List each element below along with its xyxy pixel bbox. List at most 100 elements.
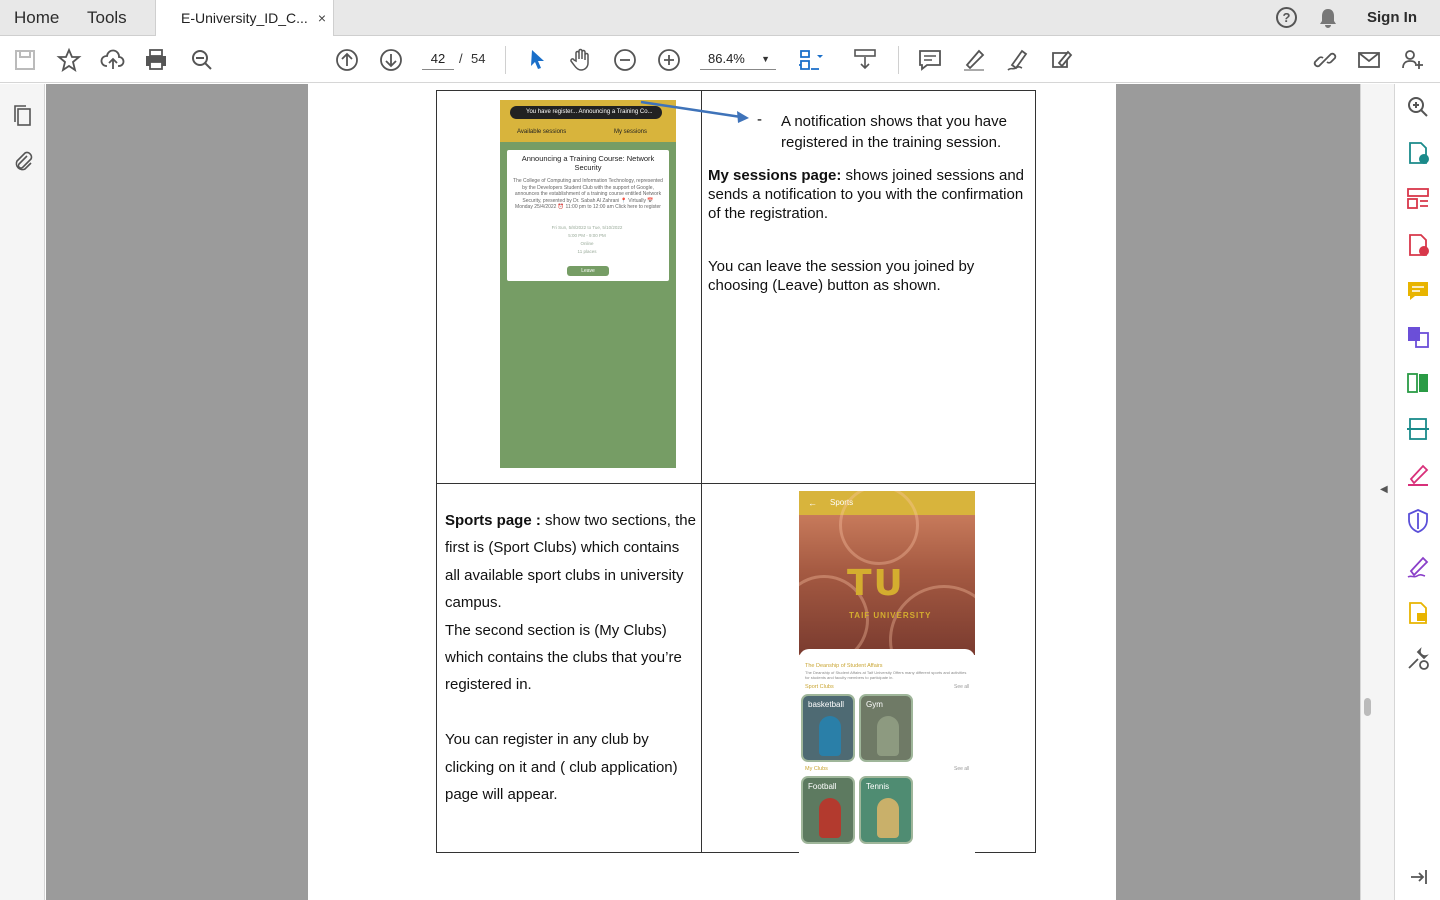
highlight-pen-icon[interactable] — [961, 47, 987, 73]
leave-button: Leave — [567, 266, 609, 276]
create-pdf-icon[interactable] — [1405, 232, 1431, 258]
request-signature-icon[interactable] — [1405, 554, 1431, 580]
see-all-my-clubs: See all — [954, 766, 970, 772]
home-tab[interactable]: Home — [14, 0, 59, 36]
zoom-in-icon[interactable] — [656, 47, 682, 73]
session-time: 5:00 PM - 9:00 PM — [568, 233, 606, 238]
club-tile-gym: Gym — [859, 694, 913, 762]
close-tab-icon[interactable]: × — [318, 0, 326, 36]
zoom-out-search-icon[interactable] — [189, 47, 215, 73]
save-icon[interactable] — [12, 47, 38, 73]
club-label: basketball — [808, 700, 845, 709]
more-tools-icon[interactable] — [1405, 646, 1431, 672]
bookmark-star-icon[interactable] — [56, 47, 82, 73]
combine-files-icon[interactable] — [1405, 324, 1431, 350]
university-logo-text: TAIF UNIVERSITY — [849, 611, 932, 620]
draw-icon[interactable] — [1005, 47, 1031, 73]
organize-pages-icon[interactable] — [1405, 186, 1431, 212]
bell-icon[interactable] — [1317, 7, 1339, 29]
session-place: Online — [580, 241, 594, 246]
deanship-title: The Deanship of Student Affairs — [805, 663, 883, 669]
select-cursor-icon[interactable] — [524, 47, 550, 73]
club-tile-football: Football — [801, 776, 855, 844]
zoom-out-icon[interactable] — [612, 47, 638, 73]
stamp-icon[interactable] — [1405, 600, 1431, 626]
scroll-mode-icon[interactable] — [852, 47, 878, 73]
sports-body-2: The second section is (My Clubs) which c… — [445, 621, 682, 694]
fit-page-icon[interactable] — [797, 47, 823, 73]
sign-in-link[interactable]: Sign In — [1367, 0, 1417, 36]
table-column-divider — [701, 91, 702, 852]
toolbar-divider — [505, 46, 506, 74]
page-separator: / — [459, 51, 463, 66]
my-sessions-screenshot: You have register... Announcing a Traini… — [500, 100, 676, 468]
search-zoom-icon[interactable] — [1405, 94, 1431, 120]
session-card: Announcing a Training Course: Network Se… — [507, 150, 669, 281]
club-image — [819, 798, 841, 838]
attachment-icon[interactable] — [10, 148, 36, 174]
hand-tool-icon[interactable] — [568, 47, 594, 73]
back-arrow-icon: ← — [808, 498, 817, 508]
tab-bar: Home Tools E-University_ID_C... × ? Sign… — [0, 0, 1440, 37]
previous-page-icon[interactable] — [334, 47, 360, 73]
share-link-icon[interactable] — [1312, 47, 1338, 73]
session-seats: 11 places — [577, 249, 597, 254]
page-thumbnails-icon[interactable] — [10, 103, 36, 129]
scan-ocr-icon[interactable] — [1405, 416, 1431, 442]
club-tile-tennis: Tennis — [859, 776, 913, 844]
help-icon[interactable]: ? — [1276, 7, 1297, 28]
session-title: Announcing a Training Course: Network Se… — [521, 154, 655, 172]
left-navigation-panel — [0, 84, 45, 900]
export-pdf-icon[interactable] — [1405, 140, 1431, 166]
club-tile-basketball: basketball — [801, 694, 855, 762]
bullet-dash: - — [757, 111, 762, 128]
sports-body-3: You can register in any club by clicking… — [445, 731, 678, 804]
hero-decoration — [839, 491, 919, 565]
document-tab-title: E-University_ID_C... — [181, 10, 308, 26]
notification-description: A notification shows that you have regis… — [781, 113, 1007, 151]
tab-my-sessions: My sessions — [614, 129, 648, 135]
toolbar-divider — [898, 46, 899, 74]
sessions-heading: My sessions page: — [708, 167, 842, 184]
zoom-level-select[interactable]: 86.4% ▼ — [700, 48, 776, 70]
session-date: Fri Sun, 5/8/2022 to Tue, 5/10/2022 — [551, 225, 623, 230]
main-toolbar: 42 / 54 86.4% ▼ — [0, 36, 1440, 83]
fill-sign-tool-icon[interactable] — [1405, 462, 1431, 488]
upload-cloud-icon[interactable] — [100, 47, 126, 73]
email-icon[interactable] — [1356, 47, 1382, 73]
collapse-right-panel-icon[interactable]: ◀ — [1380, 484, 1388, 495]
pointer-arrow — [640, 100, 749, 123]
comment-icon[interactable] — [917, 47, 943, 73]
my-clubs-heading: My Clubs — [805, 766, 828, 772]
session-description: The College of Computing and Information… — [513, 178, 663, 210]
total-pages: 54 — [471, 51, 486, 66]
club-image — [819, 716, 841, 756]
tools-tab[interactable]: Tools — [87, 0, 127, 36]
zoom-value: 86.4% — [708, 51, 745, 66]
scrollbar-thumb[interactable] — [1364, 698, 1371, 716]
sports-description: Sports page : show two sections, the fir… — [445, 507, 697, 808]
add-user-icon[interactable] — [1400, 47, 1426, 73]
sports-screenshot: ← Sports TU TAIF UNIVERSITY The Deanship… — [799, 491, 975, 853]
sports-hero-image: TU TAIF UNIVERSITY — [799, 491, 975, 695]
next-page-icon[interactable] — [378, 47, 404, 73]
deanship-description: The Deanship of Student Affairs at Taif … — [805, 670, 967, 680]
sessions-description: My sessions page: shows joined sessions … — [708, 166, 1026, 223]
club-label: Tennis — [866, 782, 890, 791]
page-number-input[interactable]: 42 — [422, 48, 454, 70]
club-image — [877, 716, 899, 756]
collapse-tools-panel-icon[interactable] — [1405, 864, 1431, 890]
sports-panel: The Deanship of Student Affairs The Dean… — [799, 649, 975, 853]
club-label: Gym — [866, 700, 883, 709]
protect-shield-icon[interactable] — [1405, 508, 1431, 534]
comment-tool-icon[interactable] — [1405, 278, 1431, 304]
leave-description: You can leave the session you joined by … — [708, 258, 975, 294]
content-table: You have register... Announcing a Traini… — [436, 90, 1036, 853]
club-image — [877, 798, 899, 838]
print-icon[interactable] — [143, 47, 169, 73]
see-all-sport-clubs: See all — [954, 684, 970, 690]
vertical-scrollbar[interactable] — [1360, 84, 1394, 900]
compare-files-icon[interactable] — [1405, 370, 1431, 396]
fill-sign-icon[interactable] — [1049, 47, 1075, 73]
document-tab[interactable]: E-University_ID_C... × — [155, 0, 334, 37]
